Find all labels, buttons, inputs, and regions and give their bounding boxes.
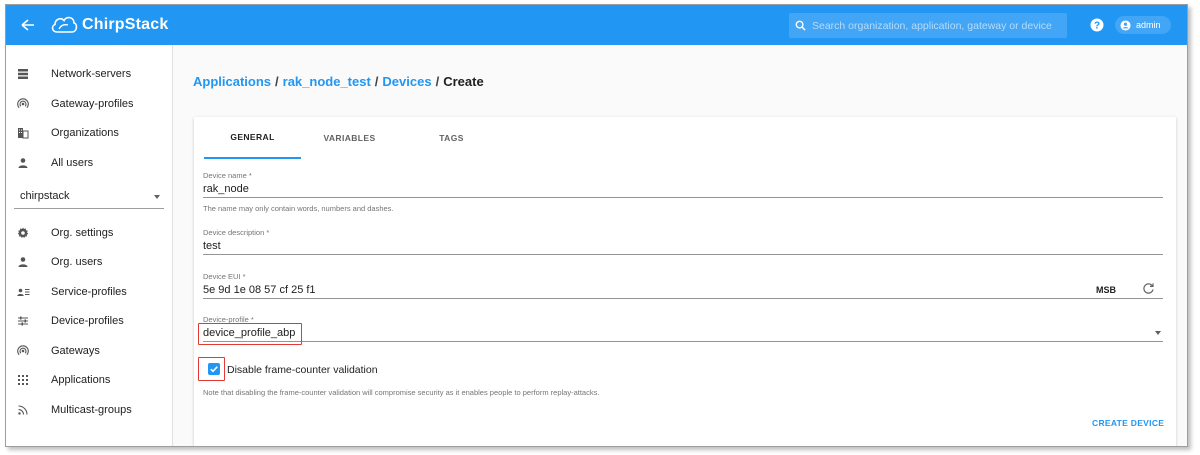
- organization-select[interactable]: chirpstack: [14, 185, 164, 209]
- search-icon: [795, 20, 806, 31]
- sidebar-item-label: Network-servers: [51, 68, 132, 80]
- tab-general[interactable]: GENERAL: [204, 117, 301, 159]
- refresh-icon[interactable]: [1142, 282, 1155, 295]
- page-title: Create: [443, 74, 484, 89]
- search-input[interactable]: [812, 19, 1062, 32]
- person-icon: [16, 156, 30, 170]
- sidebar-item-label: Multicast-groups: [51, 404, 132, 416]
- device-description-label: Device description *: [203, 228, 270, 237]
- sidebar-item-multicast-groups[interactable]: Multicast-groups: [6, 396, 173, 424]
- sidebar-item-org-users[interactable]: Org. users: [6, 248, 173, 276]
- top-app-bar: ChirpStack ? admin: [6, 5, 1187, 45]
- disable-fcnt-checkbox[interactable]: [208, 363, 220, 375]
- sidebar-item-gateway-profiles[interactable]: Gateway-profiles: [6, 90, 173, 118]
- apps-grid-icon: [16, 373, 30, 387]
- sidebar-item-gateways[interactable]: Gateways: [6, 337, 173, 365]
- breadcrumb-separator: /: [435, 74, 440, 89]
- sidebar-item-org-settings[interactable]: Org. settings: [6, 219, 173, 247]
- device-description-field[interactable]: [203, 237, 1163, 255]
- sidebar-item-organizations[interactable]: Organizations: [6, 119, 173, 147]
- sidebar-item-label: Org. users: [51, 256, 103, 268]
- wifi-tethering-icon: [16, 344, 30, 358]
- breadcrumb-devices[interactable]: Devices: [382, 74, 431, 89]
- device-eui-field[interactable]: [203, 281, 1163, 299]
- chevron-down-icon: [154, 195, 160, 199]
- breadcrumb-separator: /: [374, 74, 379, 89]
- breadcrumb: Applications / rak_node_test / Devices / Creat…: [193, 74, 484, 89]
- domain-icon: [16, 126, 30, 140]
- device-name-label: Device name *: [203, 171, 252, 180]
- menu-collapse-icon[interactable]: [20, 15, 42, 35]
- wifi-tethering-icon: [16, 97, 30, 111]
- create-device-button[interactable]: CREATE DEVICE: [1092, 418, 1164, 428]
- sidebar-item-label: Gateway-profiles: [51, 98, 134, 110]
- breadcrumb-application[interactable]: rak_node_test: [283, 74, 371, 89]
- tab-tags[interactable]: TAGS: [398, 117, 505, 159]
- user-menu-button[interactable]: admin: [1115, 16, 1171, 34]
- sidebar-item-label: Applications: [51, 374, 111, 386]
- sidebar-item-label: Device-profiles: [51, 315, 124, 327]
- sidebar-item-all-users[interactable]: All users: [6, 149, 173, 177]
- sidebar-item-label: Gateways: [51, 345, 100, 357]
- sidebar-item-label: Service-profiles: [51, 286, 127, 298]
- gear-icon: [16, 226, 30, 240]
- device-name-field[interactable]: [203, 180, 1163, 198]
- sidebar-item-network-servers[interactable]: Network-servers: [6, 60, 173, 88]
- checkmark-icon: [210, 366, 218, 373]
- person-icon: [16, 255, 30, 269]
- user-name: admin: [1136, 20, 1161, 30]
- app-window: ChirpStack ? admin: [5, 4, 1188, 447]
- sidebar-item-applications[interactable]: Applications: [6, 366, 173, 394]
- sidebar-item-label: Org. settings: [51, 227, 114, 239]
- sidebar: Network-servers Gateway-profiles Organiz…: [6, 45, 173, 446]
- sidebar-item-label: All users: [51, 157, 94, 169]
- device-profile-label: Device-profile *: [203, 315, 254, 324]
- rss-icon: [16, 403, 30, 417]
- breadcrumb-applications[interactable]: Applications: [193, 74, 271, 89]
- chirpstack-logo[interactable]: ChirpStack: [50, 12, 168, 38]
- byte-order-toggle[interactable]: MSB: [1096, 285, 1116, 295]
- logo-cloud-icon: [51, 16, 78, 33]
- search-bar[interactable]: [789, 13, 1067, 38]
- device-profile-select[interactable]: [203, 324, 1163, 342]
- svg-text:?: ?: [1094, 21, 1100, 32]
- device-eui-label: Device EUI *: [203, 272, 246, 281]
- account-circle-icon: [1120, 19, 1131, 31]
- app-name: ChirpStack: [82, 16, 169, 33]
- chevron-down-icon[interactable]: [1155, 331, 1161, 335]
- breadcrumb-separator: /: [275, 74, 279, 89]
- sidebar-item-service-profiles[interactable]: Service-profiles: [6, 278, 173, 306]
- device-form-card: GENERAL VARIABLES TAGS Device name * The…: [194, 117, 1176, 446]
- tab-variables[interactable]: VARIABLES: [301, 117, 398, 159]
- help-icon[interactable]: ?: [1090, 18, 1104, 32]
- disable-fcnt-label[interactable]: Disable frame-counter validation: [227, 364, 378, 376]
- tune-icon: [16, 314, 30, 328]
- sidebar-item-device-profiles[interactable]: Device-profiles: [6, 307, 173, 335]
- device-name-helper: The name may only contain words, numbers…: [203, 204, 394, 213]
- sidebar-item-label: Organizations: [51, 127, 119, 139]
- account-details-icon: [16, 285, 30, 299]
- disable-fcnt-helper: Note that disabling the frame-counter va…: [203, 388, 600, 397]
- server-stack-icon: [16, 67, 30, 81]
- organization-select-value: chirpstack: [20, 190, 70, 202]
